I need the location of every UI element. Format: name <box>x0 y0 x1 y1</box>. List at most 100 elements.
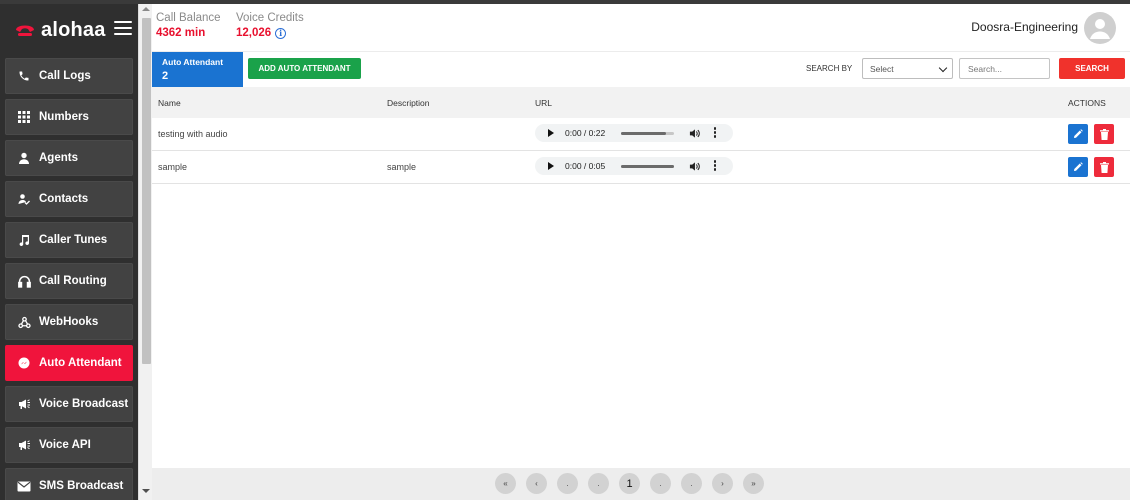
page-button[interactable]: . <box>588 473 609 494</box>
table-header: Name Description URL ACTIONS <box>152 87 1130 118</box>
user-name[interactable]: Doosra-Engineering <box>971 20 1078 34</box>
sidebar-item-label: Contacts <box>39 193 89 205</box>
sidebar-item-contacts[interactable]: Contacts <box>5 181 133 217</box>
add-auto-attendant-button[interactable]: ADD AUTO ATTENDANT <box>248 58 361 79</box>
select-value: Select <box>870 63 894 74</box>
sidebar-nav: Call Logs Numbers Agents Contacts Caller… <box>5 58 133 500</box>
table-row: testing with audio 0:00 / 0:22 <box>152 118 1130 151</box>
person-icon <box>17 151 31 165</box>
sidebar-item-label: Call Routing <box>39 275 107 287</box>
row-description: sample <box>387 162 417 172</box>
sidebar-item-call-logs[interactable]: Call Logs <box>5 58 133 94</box>
sidebar-item-label: Voice API <box>39 439 91 451</box>
audio-time: 0:00 / 0:05 <box>565 161 606 171</box>
page-prev-button[interactable]: ‹ <box>526 473 547 494</box>
brand-logo[interactable]: alohaa <box>14 18 106 42</box>
edit-button[interactable] <box>1068 124 1088 144</box>
page-next-button[interactable]: › <box>712 473 733 494</box>
sidebar-item-label: SMS Broadcast <box>39 480 124 492</box>
volume-slider-fill <box>621 165 674 168</box>
info-icon[interactable]: i <box>275 27 287 39</box>
more-options-icon[interactable] <box>713 160 717 172</box>
sidebar-item-voice-api[interactable]: Voice API <box>5 427 133 463</box>
trash-icon <box>1099 128 1109 140</box>
sidebar-item-call-routing[interactable]: Call Routing <box>5 263 133 299</box>
music-note-icon <box>17 233 31 247</box>
search-button[interactable]: SEARCH <box>1059 58 1125 79</box>
scroll-down-icon[interactable] <box>142 489 150 493</box>
scroll-up-icon[interactable] <box>142 7 150 11</box>
call-balance-value: 4362 min <box>156 27 206 39</box>
edit-button[interactable] <box>1068 157 1088 177</box>
sidebar-item-label: Auto Attendant <box>39 357 122 369</box>
column-header-name: Name <box>158 98 181 108</box>
call-balance-label: Call Balance <box>156 12 221 24</box>
voice-credits-label: Voice Credits <box>236 12 304 24</box>
play-icon[interactable] <box>548 129 554 137</box>
logo-icon <box>14 21 36 39</box>
play-icon[interactable] <box>548 162 554 170</box>
volume-icon[interactable] <box>689 161 700 172</box>
pagination-bar: « ‹ . . 1 . . › » <box>152 468 1130 500</box>
more-options-icon[interactable] <box>713 127 717 139</box>
volume-slider[interactable] <box>621 165 674 168</box>
messenger-icon <box>17 356 31 370</box>
sidebar-item-label: WebHooks <box>39 316 99 328</box>
sidebar-item-caller-tunes[interactable]: Caller Tunes <box>5 222 133 258</box>
call-balance: Call Balance 4362 min <box>156 12 221 39</box>
contacts-icon <box>17 192 31 206</box>
search-by-select[interactable]: Select <box>862 58 953 79</box>
voice-credits-value: 12,026 <box>236 27 272 39</box>
headset-icon <box>17 274 31 288</box>
column-header-actions: ACTIONS <box>1068 98 1106 108</box>
grid-icon <box>17 110 31 124</box>
search-placeholder: Search... <box>968 63 1003 74</box>
count-label: Auto Attendant <box>162 57 224 67</box>
page-button[interactable]: . <box>557 473 578 494</box>
phone-icon <box>17 69 31 83</box>
page-current-button[interactable]: 1 <box>619 473 640 494</box>
page-button[interactable]: . <box>650 473 671 494</box>
sidebar-item-label: Numbers <box>39 111 89 123</box>
sidebar-item-label: Caller Tunes <box>39 234 108 246</box>
sidebar-item-auto-attendant[interactable]: Auto Attendant <box>5 345 133 381</box>
sidebar-item-sms-broadcast[interactable]: SMS Broadcast <box>5 468 133 500</box>
audio-time: 0:00 / 0:22 <box>565 128 606 138</box>
megaphone-icon <box>17 397 31 411</box>
column-header-description: Description <box>387 98 430 108</box>
megaphone-icon <box>17 438 31 452</box>
pencil-icon <box>1074 162 1083 171</box>
header: Call Balance 4362 min Voice Credits 12,0… <box>152 4 1130 52</box>
user-avatar-icon <box>1090 19 1110 39</box>
chevron-down-icon <box>938 63 948 73</box>
page-first-button[interactable]: « <box>495 473 516 494</box>
sidebar-item-voice-broadcast[interactable]: Voice Broadcast <box>5 386 133 422</box>
volume-slider-fill <box>621 132 667 135</box>
sidebar-scrollbar[interactable] <box>138 4 152 500</box>
menu-toggle-icon[interactable] <box>114 21 132 35</box>
volume-icon[interactable] <box>689 128 700 139</box>
sidebar-item-numbers[interactable]: Numbers <box>5 99 133 135</box>
voice-credits-value-row: 12,026 i <box>236 27 304 39</box>
webhook-icon <box>17 315 31 329</box>
row-name: testing with audio <box>158 129 228 139</box>
sidebar-item-label: Voice Broadcast <box>39 398 129 410</box>
avatar[interactable] <box>1084 12 1116 44</box>
volume-slider[interactable] <box>621 132 674 135</box>
delete-button[interactable] <box>1094 157 1114 177</box>
delete-button[interactable] <box>1094 124 1114 144</box>
sidebar-item-label: Agents <box>39 152 78 164</box>
sidebar-item-agents[interactable]: Agents <box>5 140 133 176</box>
audio-player: 0:00 / 0:05 <box>535 157 733 175</box>
page-button[interactable]: . <box>681 473 702 494</box>
audio-player: 0:00 / 0:22 <box>535 124 733 142</box>
count-value: 2 <box>162 70 169 82</box>
row-name: sample <box>158 162 188 172</box>
table-row: sample sample 0:00 / 0:05 <box>152 151 1130 184</box>
sidebar-item-label: Call Logs <box>39 70 91 82</box>
sidebar-item-webhooks[interactable]: WebHooks <box>5 304 133 340</box>
scroll-thumb[interactable] <box>142 18 151 364</box>
page-last-button[interactable]: » <box>743 473 764 494</box>
search-input[interactable]: Search... <box>959 58 1050 79</box>
trash-icon <box>1099 161 1109 173</box>
